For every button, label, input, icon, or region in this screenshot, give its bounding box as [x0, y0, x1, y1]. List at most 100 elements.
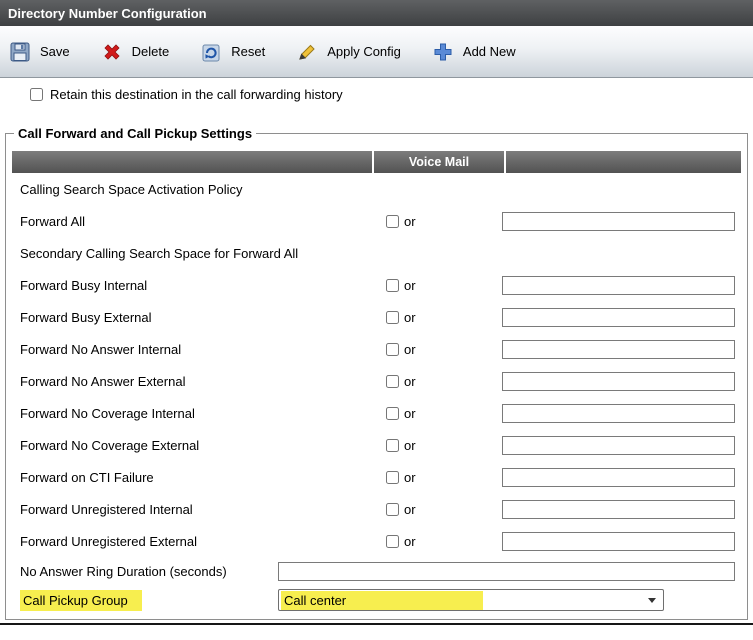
add-new-button[interactable]: Add New	[431, 40, 516, 64]
forward-no-answer-internal-voicemail-checkbox[interactable]	[386, 342, 399, 356]
or-label: or	[404, 277, 416, 293]
table-row: Forward No Answer External or	[12, 365, 741, 397]
save-button[interactable]: Save	[8, 40, 70, 64]
row-label-secondary-css-forward-all: Secondary Calling Search Space for Forwa…	[20, 245, 299, 261]
or-label: or	[404, 213, 416, 229]
call-pickup-group-label: Call Pickup Group	[20, 589, 142, 611]
reset-button[interactable]: Reset	[199, 40, 265, 64]
row-label-forward-on-cti-failure: Forward on CTI Failure	[20, 469, 154, 485]
forward-no-coverage-internal-destination-input[interactable]	[502, 403, 735, 423]
page-title: Directory Number Configuration	[8, 5, 207, 21]
forward-all-voicemail-checkbox[interactable]	[386, 214, 399, 228]
row-label-forward-no-coverage-external: Forward No Coverage External	[20, 437, 200, 453]
destination-cell	[502, 307, 741, 327]
save-icon	[8, 40, 32, 64]
forward-busy-internal-destination-input[interactable]	[502, 275, 735, 295]
destination-cell	[502, 499, 741, 519]
section-bottom-divider	[0, 623, 753, 625]
destination-cell	[502, 403, 741, 423]
table-header: Voice Mail	[12, 151, 741, 173]
forward-all-destination-input[interactable]	[502, 211, 735, 231]
header-spacer-right	[506, 151, 741, 173]
no-answer-ring-duration-input[interactable]	[278, 561, 735, 581]
call-pickup-group-selected-value: Call center	[281, 590, 483, 610]
delete-button-label: Delete	[131, 44, 170, 59]
voicemail-cell: or	[370, 406, 502, 421]
table-row: Calling Search Space Activation Policy	[12, 173, 741, 205]
apply-config-icon	[295, 40, 319, 64]
table-row: Forward No Coverage Internal or	[12, 397, 741, 429]
forward-unregistered-internal-destination-input[interactable]	[502, 499, 735, 519]
table-row: Forward Busy Internal or	[12, 269, 741, 301]
add-new-icon	[431, 40, 455, 64]
forward-busy-internal-voicemail-checkbox[interactable]	[386, 278, 399, 292]
destination-cell	[502, 435, 741, 455]
call-pickup-group-row: Call Pickup Group Call center	[12, 585, 741, 615]
row-label-forward-no-coverage-internal: Forward No Coverage Internal	[20, 405, 195, 421]
forward-unregistered-internal-voicemail-checkbox[interactable]	[386, 502, 399, 516]
call-pickup-group-select[interactable]: Call center	[278, 589, 664, 611]
forward-no-answer-external-destination-input[interactable]	[502, 371, 735, 391]
no-answer-ring-duration-label: No Answer Ring Duration (seconds)	[20, 563, 227, 579]
or-label: or	[404, 373, 416, 389]
header-spacer-left	[12, 151, 372, 173]
apply-config-button[interactable]: Apply Config	[295, 40, 401, 64]
voicemail-cell: or	[370, 214, 502, 229]
add-new-button-label: Add New	[462, 44, 516, 59]
forward-no-answer-internal-destination-input[interactable]	[502, 339, 735, 359]
forward-no-answer-external-voicemail-checkbox[interactable]	[386, 374, 399, 388]
delete-icon	[100, 40, 124, 64]
forward-no-coverage-external-destination-input[interactable]	[502, 435, 735, 455]
row-label-forward-unregistered-internal: Forward Unregistered Internal	[20, 501, 193, 517]
destination-cell	[502, 371, 741, 391]
voicemail-cell: or	[370, 438, 502, 453]
forward-on-cti-failure-voicemail-checkbox[interactable]	[386, 470, 399, 484]
row-label-forward-busy-internal: Forward Busy Internal	[20, 277, 148, 293]
toolbar: Save Delete Reset Apply Config Add New	[0, 26, 753, 78]
destination-cell	[502, 339, 741, 359]
save-button-label: Save	[40, 44, 70, 59]
reset-icon	[199, 40, 223, 64]
voicemail-cell: or	[370, 502, 502, 517]
row-label-forward-all: Forward All	[20, 213, 86, 229]
table-row: Forward All or	[12, 205, 741, 237]
table-row: Forward Unregistered External or	[12, 525, 741, 557]
no-answer-ring-duration-row: No Answer Ring Duration (seconds)	[12, 557, 741, 585]
row-label-forward-unregistered-external: Forward Unregistered External	[20, 533, 198, 549]
chevron-down-icon	[648, 597, 656, 603]
row-label-forward-no-answer-internal: Forward No Answer Internal	[20, 341, 182, 357]
row-label-forward-busy-external: Forward Busy External	[20, 309, 152, 325]
reset-button-label: Reset	[231, 44, 266, 59]
or-label: or	[404, 469, 416, 485]
retain-history-label: Retain this destination in the call forw…	[50, 87, 343, 102]
voicemail-cell: or	[370, 278, 502, 293]
forward-busy-external-destination-input[interactable]	[502, 307, 735, 327]
forward-unregistered-external-voicemail-checkbox[interactable]	[386, 534, 399, 548]
or-label: or	[404, 405, 416, 421]
forward-busy-external-voicemail-checkbox[interactable]	[386, 310, 399, 324]
or-label: or	[404, 501, 416, 517]
or-label: or	[404, 533, 416, 549]
voicemail-cell: or	[370, 470, 502, 485]
call-forward-pickup-section: Call Forward and Call Pickup Settings Vo…	[5, 126, 748, 620]
voicemail-cell: or	[370, 534, 502, 549]
table-row: Forward Busy External or	[12, 301, 741, 333]
apply-config-button-label: Apply Config	[327, 44, 401, 59]
forward-unregistered-external-destination-input[interactable]	[502, 531, 735, 551]
voicemail-cell: or	[370, 310, 502, 325]
destination-cell	[502, 467, 741, 487]
voice-mail-column-header: Voice Mail	[374, 151, 504, 173]
forward-no-coverage-internal-voicemail-checkbox[interactable]	[386, 406, 399, 420]
row-label-css-activation-policy: Calling Search Space Activation Policy	[20, 181, 243, 197]
destination-cell	[502, 531, 741, 551]
table-row: Secondary Calling Search Space for Forwa…	[12, 237, 741, 269]
forward-no-coverage-external-voicemail-checkbox[interactable]	[386, 438, 399, 452]
destination-cell	[502, 275, 741, 295]
or-label: or	[404, 437, 416, 453]
forward-on-cti-failure-destination-input[interactable]	[502, 467, 735, 487]
or-label: or	[404, 309, 416, 325]
delete-button[interactable]: Delete	[100, 40, 170, 64]
table-row: Forward on CTI Failure or	[12, 461, 741, 493]
retain-history-checkbox[interactable]	[30, 88, 43, 101]
retain-history-row: Retain this destination in the call forw…	[30, 87, 753, 102]
